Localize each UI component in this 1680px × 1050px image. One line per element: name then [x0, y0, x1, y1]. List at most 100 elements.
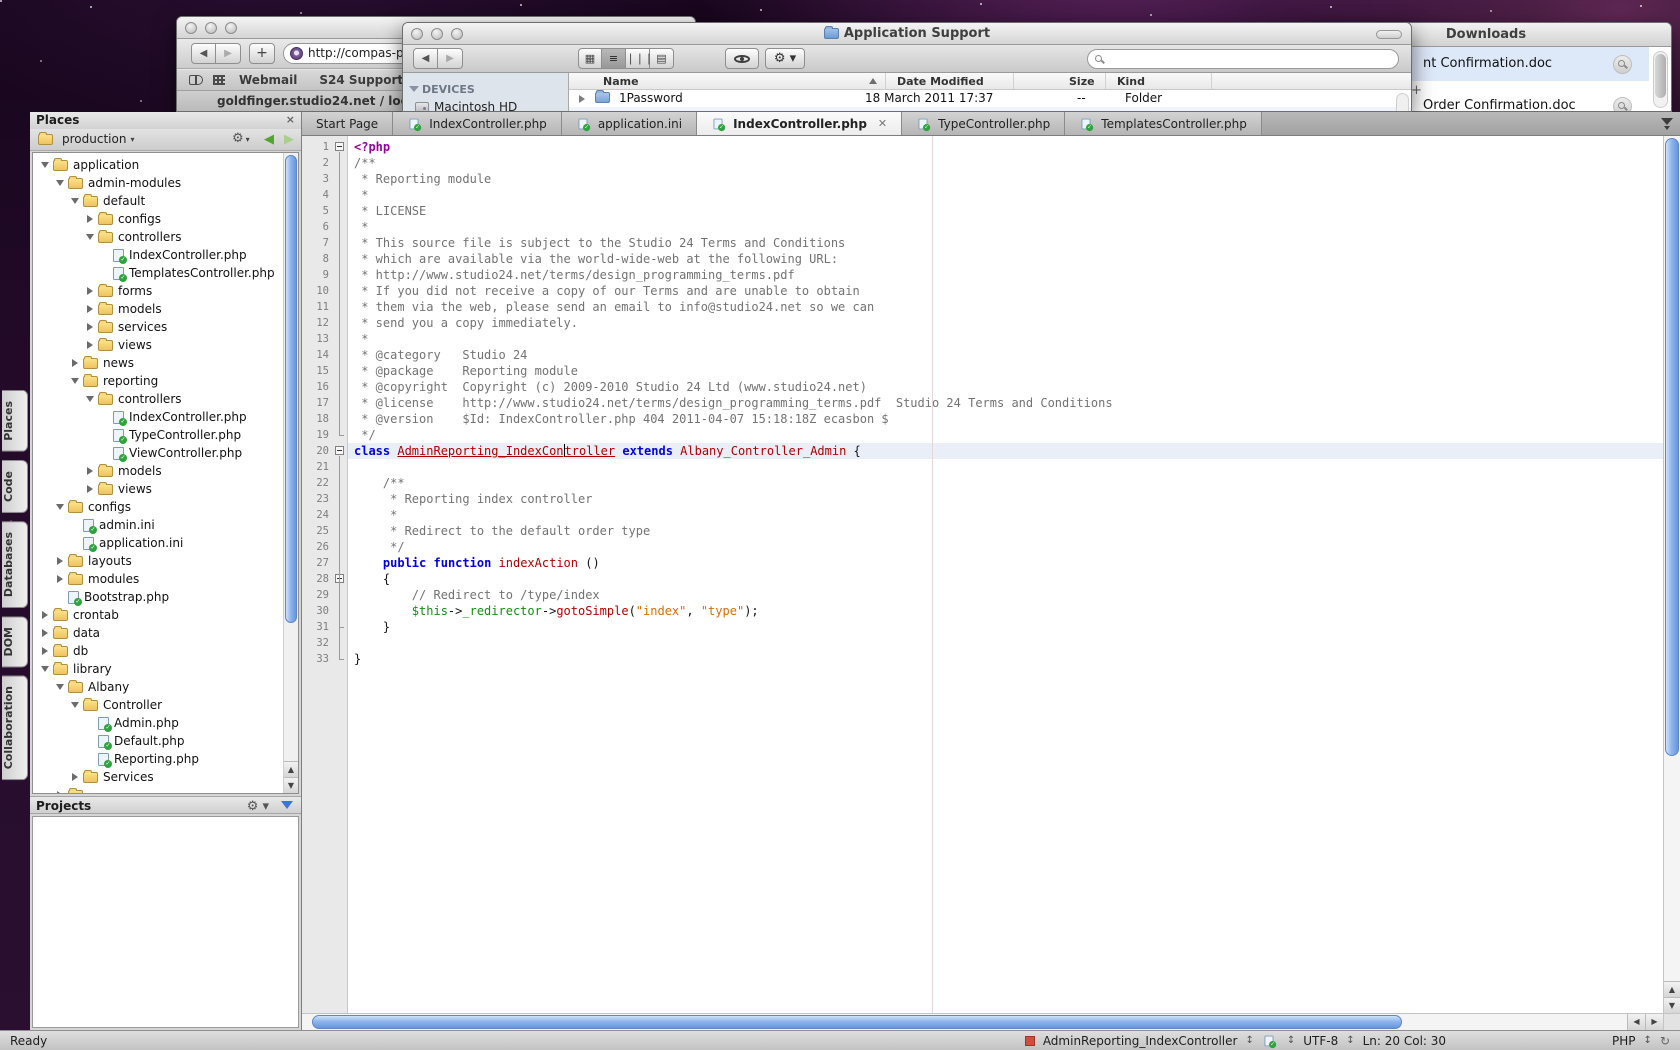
tree-item[interactable]: forms — [33, 282, 283, 300]
sidebar-item-macintosh-hd[interactable]: Macintosh HD — [403, 98, 568, 112]
disclosure-open-icon[interactable] — [54, 684, 66, 690]
column-header-size[interactable]: Size — [1069, 75, 1095, 88]
disclosure-closed-icon[interactable] — [84, 305, 96, 313]
tree-item[interactable]: library — [33, 660, 283, 678]
action-menu-button[interactable]: ⚙ ▾ — [765, 48, 805, 69]
bookmark-item[interactable]: S24 Support — [319, 73, 403, 87]
tab-list-dropdown-icon[interactable] — [1658, 116, 1676, 132]
tree-item[interactable]: configs — [33, 498, 283, 516]
tree-item[interactable]: views — [33, 480, 283, 498]
tree-item[interactable]: Reporting.php — [33, 750, 283, 768]
projects-options-button[interactable]: ⚙ ▾ — [247, 799, 269, 814]
disclosure-open-icon[interactable] — [84, 234, 96, 240]
tree-item[interactable]: services — [33, 318, 283, 336]
tree-item[interactable]: IndexController.php — [33, 246, 283, 264]
tree-item[interactable]: Admin.php — [33, 714, 283, 732]
tree-item[interactable]: application — [33, 156, 283, 174]
disclosure-closed-icon[interactable] — [84, 485, 96, 493]
tree-item[interactable]: default — [33, 192, 283, 210]
disclosure-closed-icon[interactable] — [54, 791, 66, 794]
stepper-icon[interactable]: ↕ — [1245, 1035, 1253, 1046]
disclosure-closed-icon[interactable] — [84, 341, 96, 349]
quick-look-button[interactable] — [1613, 55, 1632, 74]
disclosure-closed-icon[interactable] — [84, 287, 96, 295]
scroll-up-icon[interactable]: ▲ — [1664, 981, 1680, 997]
forward-button[interactable]: ▶ — [438, 48, 463, 69]
fold-column[interactable] — [332, 571, 348, 587]
collapse-panel-icon[interactable] — [281, 801, 293, 809]
tree-item[interactable]: TypeController.php — [33, 426, 283, 444]
editor-tab[interactable]: IndexController.php — [393, 112, 562, 135]
tree-item[interactable]: application.ini — [33, 534, 283, 552]
finder-scrollbar[interactable] — [1396, 93, 1409, 112]
tree-item[interactable]: models — [33, 462, 283, 480]
disclosure-closed-icon[interactable] — [69, 359, 81, 367]
forward-button[interactable]: ▶ — [216, 43, 241, 64]
tree-item[interactable]: news — [33, 354, 283, 372]
close-tab-icon[interactable]: ✕ — [878, 117, 887, 130]
dock-tab-places[interactable]: Places — [2, 390, 28, 452]
editor-tab[interactable]: TypeController.php — [902, 112, 1065, 135]
disclosure-open-icon[interactable] — [39, 162, 51, 168]
editor-vertical-scrollbar[interactable]: ▲ ▼ — [1663, 136, 1680, 1013]
scroll-right-icon[interactable]: ▶ — [1645, 1014, 1663, 1030]
editor-tab[interactable]: TemplatesController.php — [1065, 112, 1262, 135]
horizontal-scroll-thumb[interactable] — [312, 1015, 1402, 1029]
dock-tab-databases[interactable]: Databases — [2, 521, 28, 608]
disclosure-open-icon[interactable] — [69, 378, 81, 384]
disclosure-closed-icon[interactable] — [579, 95, 585, 103]
tree-item[interactable]: Bootstrap.php — [33, 588, 283, 606]
tree-item[interactable]: ViewController.php — [33, 444, 283, 462]
window-close-button[interactable] — [185, 22, 197, 34]
downloads-scrollbar[interactable] — [1653, 51, 1668, 108]
disclosure-closed-icon[interactable] — [54, 575, 66, 583]
quick-look-button[interactable] — [1613, 97, 1632, 112]
toolbar-toggle-pill[interactable] — [1376, 30, 1402, 39]
column-header-name[interactable]: Name — [603, 75, 639, 88]
quick-look-button[interactable] — [725, 48, 759, 69]
fold-column[interactable] — [332, 443, 348, 459]
fold-column[interactable] — [332, 139, 348, 155]
editor-tab[interactable]: IndexController.php✕ — [697, 112, 902, 135]
tree-item[interactable]: Controller — [33, 696, 283, 714]
stepper-icon[interactable]: ↕ — [1287, 1035, 1295, 1046]
disclosure-open-icon[interactable] — [54, 504, 66, 510]
new-tab-button[interactable]: + — [249, 43, 275, 64]
dock-tab-dom[interactable]: DOM — [2, 616, 28, 667]
sync-icon[interactable]: ↻ — [1660, 1034, 1670, 1048]
column-view-icon[interactable]: ❘❘❘ — [626, 48, 650, 69]
tree-item[interactable]: models — [33, 300, 283, 318]
tree-item[interactable]: TemplatesController.php — [33, 264, 283, 282]
tree-item[interactable]: IndexController.php — [33, 408, 283, 426]
tree-item[interactable]: configs — [33, 210, 283, 228]
icon-view-icon[interactable]: ▦ — [578, 48, 602, 69]
dock-tab-code[interactable]: Code — [2, 460, 28, 513]
bookmark-item[interactable]: Webmail — [239, 73, 297, 87]
stepper-icon[interactable]: ↕ — [1346, 1035, 1354, 1046]
window-zoom-button[interactable] — [225, 22, 237, 34]
column-header-date-modified[interactable]: Date Modified — [897, 75, 984, 88]
disclosure-closed-icon[interactable] — [84, 467, 96, 475]
tree-item[interactable]: controllers — [33, 390, 283, 408]
tree-item[interactable]: reporting — [33, 372, 283, 390]
editor-tab[interactable]: application.ini — [562, 112, 697, 135]
disclosure-closed-icon[interactable] — [39, 611, 51, 619]
tree-item[interactable]: views — [33, 336, 283, 354]
tree-item[interactable]: layouts — [33, 552, 283, 570]
tree-item[interactable]: Albany — [33, 678, 283, 696]
disclosure-closed-icon[interactable] — [39, 629, 51, 637]
fold-collapse-icon[interactable] — [335, 446, 344, 455]
disclosure-closed-icon[interactable] — [84, 323, 96, 331]
editor-tab[interactable]: Start Page — [302, 112, 393, 135]
disclosure-open-icon[interactable] — [39, 666, 51, 672]
search-input[interactable] — [1087, 49, 1399, 69]
list-view-icon[interactable]: ≡ — [602, 48, 626, 69]
tree-item[interactable]: db — [33, 642, 283, 660]
tree-scrollbar[interactable]: ▲ ▼ — [283, 153, 298, 793]
tree-item[interactable]: data — [33, 624, 283, 642]
disclosure-closed-icon[interactable] — [69, 773, 81, 781]
disclosure-open-icon[interactable] — [69, 702, 81, 708]
column-header-kind[interactable]: Kind — [1117, 75, 1145, 88]
back-button[interactable]: ◀ — [413, 48, 438, 69]
close-icon[interactable]: × — [286, 113, 295, 126]
